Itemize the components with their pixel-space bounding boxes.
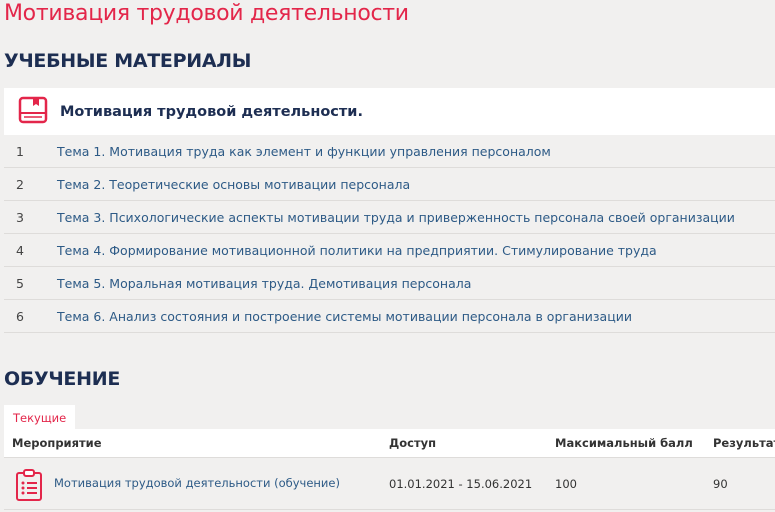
table-row: Мотивация трудовой деятельности (обучени…: [4, 458, 775, 510]
topic-number: 4: [16, 242, 24, 258]
course-title: Мотивация трудовой деятельности.: [60, 103, 363, 120]
max-score: 100: [555, 477, 577, 491]
course-header: Мотивация трудовой деятельности.: [4, 88, 775, 135]
topic-row: 4 Тема 4. Формирование мотивационной поли…: [4, 234, 775, 267]
topic-row: 3 Тема 3. Психологические аспекты мотивац…: [4, 201, 775, 234]
topic-number: 5: [16, 275, 24, 291]
topic-row: 1 Тема 1. Мотивация труда как элемент и ф…: [4, 135, 775, 168]
tab-current[interactable]: Текущие: [4, 405, 76, 429]
topic-row: 6 Тема 6. Анализ состояния и построение с…: [4, 300, 775, 333]
topic-number: 2: [16, 176, 24, 192]
topic-link[interactable]: Тема 3. Психологические аспекты мотиваци…: [57, 210, 735, 225]
access-dates: 01.01.2021 - 15.06.2021: [389, 477, 533, 491]
col-result: Результат: [713, 436, 775, 450]
topic-link[interactable]: Тема 6. Анализ состояния и построение си…: [57, 309, 632, 324]
topic-number: 1: [16, 143, 24, 159]
topic-number: 3: [16, 209, 24, 225]
topic-row: 2 Тема 2. Теоретические основы мотивации …: [4, 168, 775, 201]
topic-link[interactable]: Тема 1. Мотивация труда как элемент и фу…: [57, 144, 551, 159]
book-icon: [18, 96, 48, 128]
topic-link[interactable]: Тема 4. Формирование мотивационной полит…: [57, 243, 657, 258]
col-access: Доступ: [389, 436, 437, 450]
col-max: Максимальный балл: [555, 436, 693, 450]
materials-heading: УЧЕБНЫЕ МАТЕРИАЛЫ: [4, 50, 252, 72]
topic-row: 5 Тема 5. Моральная мотивация труда. Демо…: [4, 267, 775, 300]
col-event: Мероприятие: [12, 436, 102, 450]
topics-list: 1 Тема 1. Мотивация труда как элемент и ф…: [4, 135, 775, 333]
topic-number: 6: [16, 308, 24, 324]
clipboard-list-icon: [15, 468, 43, 502]
event-link[interactable]: Мотивация трудовой деятельности (обучени…: [54, 476, 340, 490]
topic-link[interactable]: Тема 2. Теоретические основы мотивации п…: [57, 177, 410, 192]
result-score: 90: [713, 477, 728, 491]
page-title: Мотивация трудовой деятельности: [4, 1, 409, 26]
training-heading: ОБУЧЕНИЕ: [4, 368, 120, 390]
table-header: Мероприятие Доступ Максимальный балл Рез…: [4, 429, 775, 458]
topic-link[interactable]: Тема 5. Моральная мотивация труда. Демот…: [57, 276, 471, 291]
